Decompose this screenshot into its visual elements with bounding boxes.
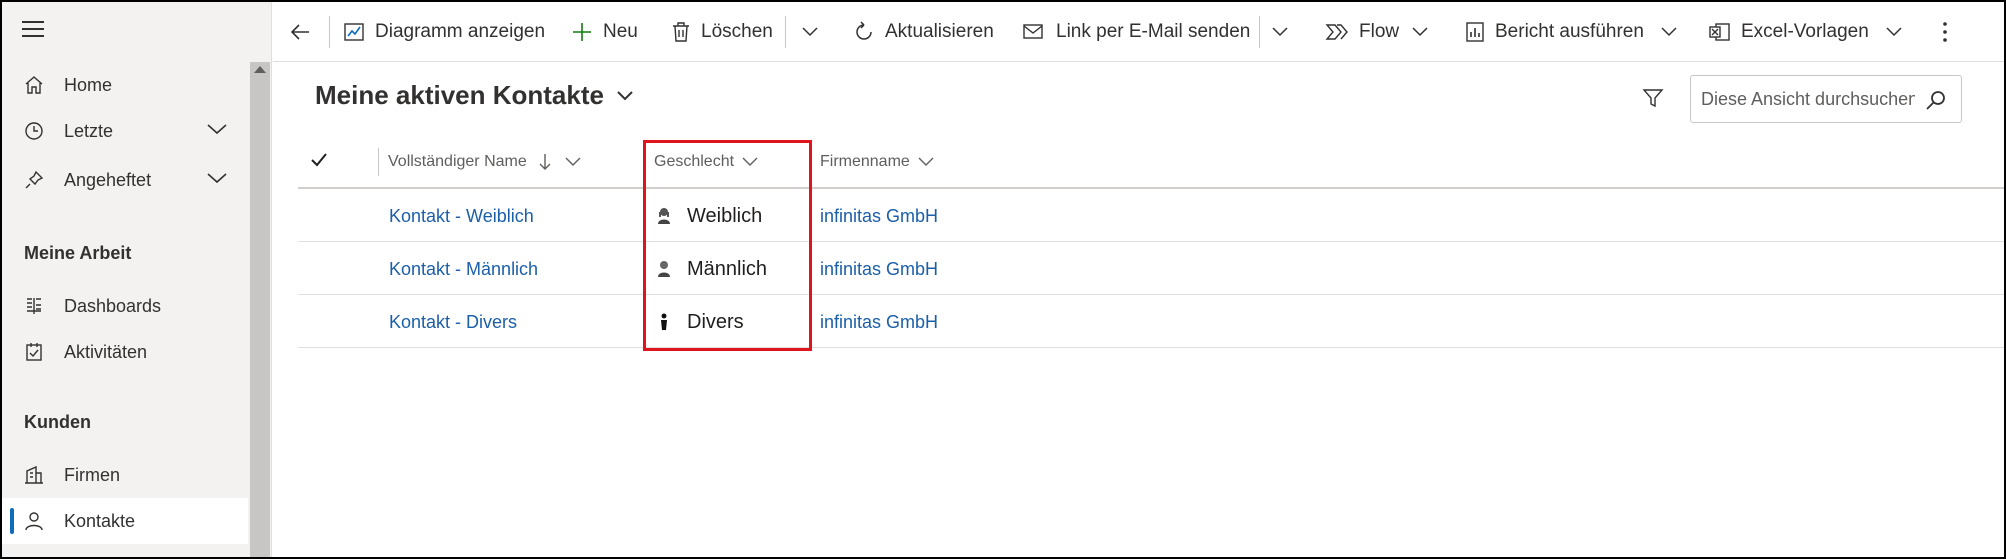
chevron-down-icon <box>617 90 633 100</box>
home-icon <box>22 73 46 97</box>
flow-button[interactable]: Flow <box>1325 2 1439 62</box>
row-name-link[interactable]: Kontakt - Divers <box>389 296 517 348</box>
hamburger-menu-icon[interactable] <box>22 21 46 41</box>
row-firma-link[interactable]: infinitas GmbH <box>820 190 938 242</box>
excel-icon <box>1709 23 1730 41</box>
arrow-left-icon <box>290 24 309 40</box>
row-name-link[interactable]: Kontakt - Männlich <box>389 243 538 295</box>
dashboard-icon <box>22 294 46 318</box>
sidebar: Home Letzte Angeheftet Meine Arbeit Dash… <box>2 2 272 557</box>
chevron-down-icon[interactable] <box>206 120 228 141</box>
sidebar-item-aktivitaeten[interactable]: Aktivitäten <box>2 329 248 375</box>
row-divider <box>298 294 2004 295</box>
column-header-name[interactable]: Vollständiger Name <box>388 142 581 182</box>
search-placeholder: Diese Ansicht durchsuchen <box>1701 88 1915 109</box>
chevron-down-icon <box>802 27 818 37</box>
sidebar-item-dashboards[interactable]: Dashboards <box>2 283 248 329</box>
chevron-down-icon <box>1272 27 1288 37</box>
sidebar-item-label: Dashboards <box>64 295 162 316</box>
sidebar-item-label: Angeheftet <box>64 169 152 190</box>
more-commands-dropdown[interactable] <box>801 2 829 62</box>
neu-button[interactable]: Neu <box>571 2 638 62</box>
chevron-down-icon <box>1412 27 1428 37</box>
select-all-checkbox[interactable] <box>310 152 328 173</box>
column-header-label: Firmenname <box>820 153 910 170</box>
scroll-up-arrow-icon[interactable] <box>254 66 266 73</box>
loeschen-button[interactable]: Löschen <box>671 2 773 62</box>
loeschen-label: Löschen <box>701 21 773 42</box>
chevron-down-icon[interactable] <box>206 169 228 190</box>
row-firma-link[interactable]: infinitas GmbH <box>820 243 938 295</box>
row-firma-link[interactable]: infinitas GmbH <box>820 296 938 348</box>
bericht-ausfuehren-button[interactable]: Bericht ausführen <box>1465 2 1688 62</box>
section-title-meine-arbeit: Meine Arbeit <box>24 243 132 263</box>
more-vertical-icon <box>1943 22 1947 42</box>
section-title-kunden: Kunden <box>24 412 91 432</box>
toolbar-divider <box>785 16 786 48</box>
email-link-icon <box>1023 24 1043 39</box>
page-title: Meine aktiven Kontakte <box>315 80 604 110</box>
sort-down-icon <box>539 154 551 170</box>
app-window: Home Letzte Angeheftet Meine Arbeit Dash… <box>0 0 2006 559</box>
highlight-box <box>643 140 812 351</box>
sidebar-item-label: Letzte <box>64 120 114 141</box>
excel-vorlagen-label: Excel-Vorlagen <box>1741 21 1869 42</box>
column-header-label: Vollständiger Name <box>388 153 527 170</box>
pin-icon <box>22 168 46 192</box>
sidebar-item-letzte[interactable]: Letzte <box>2 108 248 154</box>
aktualisieren-label: Aktualisieren <box>885 21 994 42</box>
search-input[interactable]: Diese Ansicht durchsuchen <box>1690 75 1962 123</box>
column-divider <box>378 148 379 176</box>
row-divider <box>298 347 2004 348</box>
report-icon <box>1466 22 1484 42</box>
plus-icon <box>573 23 591 41</box>
back-button[interactable] <box>289 2 321 62</box>
row-divider <box>298 241 2004 242</box>
more-options-button[interactable] <box>1941 2 1959 62</box>
trash-icon <box>673 22 689 42</box>
sidebar-scrollbar[interactable] <box>250 62 270 557</box>
toolbar-divider <box>1259 16 1260 48</box>
excel-vorlagen-button[interactable]: Excel-Vorlagen <box>1709 2 1913 62</box>
building-icon <box>22 463 46 487</box>
search-icon[interactable] <box>1925 89 1947 111</box>
sidebar-item-label: Kontakte <box>64 510 136 531</box>
chevron-down-icon <box>1886 27 1902 37</box>
chart-icon <box>344 23 364 41</box>
sidebar-item-label: Aktivitäten <box>64 341 148 362</box>
sidebar-item-angeheftet[interactable]: Angeheftet <box>2 157 248 203</box>
aktualisieren-button[interactable]: Aktualisieren <box>853 2 994 62</box>
link-per-email-button[interactable]: Link per E-Mail senden <box>1022 2 1250 62</box>
column-header-firma[interactable]: Firmenname <box>820 142 934 182</box>
chevron-down-icon <box>1661 27 1677 37</box>
diagramm-anzeigen-button[interactable]: Diagramm anzeigen <box>343 2 545 62</box>
toolbar-divider <box>329 16 330 48</box>
command-bar: Diagramm anzeigen Neu Löschen Aktualisie… <box>273 2 2004 62</box>
row-name-link[interactable]: Kontakt - Weiblich <box>389 190 534 242</box>
more-commands-dropdown-2[interactable] <box>1271 2 1299 62</box>
sidebar-item-kontakte[interactable]: Kontakte <box>2 498 248 544</box>
flow-icon <box>1325 24 1348 40</box>
sidebar-item-label: Firmen <box>64 464 121 485</box>
bericht-ausfuehren-label: Bericht ausführen <box>1495 21 1644 42</box>
flow-label: Flow <box>1359 21 1400 42</box>
chevron-down-icon <box>918 157 934 166</box>
activities-icon <box>22 340 46 364</box>
person-icon <box>22 509 46 533</box>
grid-header-divider <box>298 187 2004 189</box>
sidebar-item-home[interactable]: Home <box>2 62 248 108</box>
link-per-email-label: Link per E-Mail senden <box>1056 21 1251 42</box>
diagramm-anzeigen-label: Diagramm anzeigen <box>375 21 546 42</box>
refresh-icon <box>856 21 872 40</box>
clock-icon <box>22 119 46 143</box>
neu-label: Neu <box>603 21 638 42</box>
view-selector[interactable]: Meine aktiven Kontakte <box>315 80 634 111</box>
checkmark-icon <box>311 153 327 167</box>
sidebar-item-firmen[interactable]: Firmen <box>2 452 248 498</box>
filter-icon[interactable] <box>1642 87 1664 114</box>
chevron-down-icon <box>565 157 581 166</box>
sidebar-item-label: Home <box>64 74 113 95</box>
